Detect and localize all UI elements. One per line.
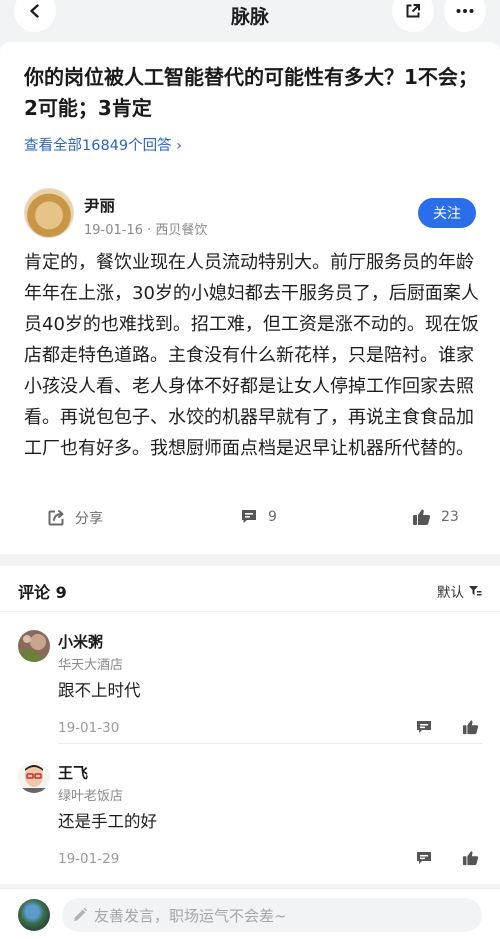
comment-item: 小米粥 华天大酒店 跟不上时代 19-01-30 [0, 614, 500, 744]
like-action[interactable]: 23 [412, 508, 459, 526]
follow-button[interactable]: 关注 [418, 198, 476, 228]
reply-icon[interactable] [416, 720, 432, 735]
pencil-icon [74, 907, 88, 921]
thumbs-up-icon[interactable] [462, 719, 479, 735]
commenter-avatar[interactable] [18, 761, 50, 793]
comment-count: 9 [268, 508, 277, 525]
commenter-name[interactable]: 王飞 [58, 762, 88, 783]
share-action[interactable]: 分享 [47, 508, 103, 528]
sort-label: 默认 [437, 585, 464, 601]
author-name[interactable]: 尹丽 [84, 194, 115, 216]
reply-icon[interactable] [416, 851, 432, 866]
comment-date: 19-01-29 [58, 851, 120, 867]
top-nav-bar: 脉脉 [0, 0, 500, 34]
answer-actions: 分享 9 23 [0, 508, 500, 534]
comment-divider [58, 743, 482, 744]
commenter-name[interactable]: 小米粥 [58, 631, 103, 652]
commenter-company: 华天大酒店 [58, 658, 124, 673]
comment-placeholder: 友善发言，职场运气不会差~ [94, 906, 287, 925]
thumbs-up-icon[interactable] [462, 850, 479, 866]
share-external-icon [406, 4, 420, 18]
comment-icon [242, 510, 256, 523]
comment-item: 王飞 绿叶老饭店 还是手工的好 19-01-29 [0, 745, 500, 875]
comments-section: 评论 9 默认 小米粥 华天大酒店 跟不上时代 19-01-30 王飞 绿叶老饭… [0, 566, 500, 884]
question-title[interactable]: 你的岗位被人工智能替代的可能性有多大？1不会；2可能；3肯定 [24, 62, 484, 124]
thumbs-up-icon [413, 509, 431, 525]
comment-input[interactable]: 友善发言，职场运气不会差~ [62, 898, 482, 932]
sort-filter-icon [469, 586, 482, 596]
comment-date: 19-01-30 [58, 720, 120, 736]
comment-composer: 友善发言，职场运气不会差~ [0, 888, 500, 939]
comments-header: 评论 9 默认 [0, 566, 500, 612]
commenter-avatar[interactable] [18, 630, 50, 662]
answer-body: 肯定的，餐饮业现在人员流动特别大。前厅服务员的年龄年年在上涨，30岁的小媳妇都去… [24, 252, 479, 459]
author-avatar[interactable] [24, 188, 74, 238]
share-icon [48, 510, 64, 526]
my-avatar[interactable] [18, 899, 50, 931]
like-count: 23 [441, 509, 459, 525]
more-dots-icon [456, 9, 474, 13]
comment-text: 还是手工的好 [58, 812, 157, 831]
sort-selector[interactable]: 默认 [437, 581, 482, 601]
answer-card: 你的岗位被人工智能替代的可能性有多大？1不会；2可能；3肯定 查看全部16849… [0, 42, 500, 554]
comments-title: 评论 9 [18, 583, 67, 602]
share-label: 分享 [75, 511, 103, 527]
view-all-answers-link[interactable]: 查看全部16849个回答 › [24, 134, 182, 155]
author-meta: 19-01-16 · 西贝餐饮 [84, 223, 208, 238]
commenter-company: 绿叶老饭店 [58, 789, 124, 804]
comment-text: 跟不上时代 [58, 681, 141, 700]
comment-action[interactable]: 9 [240, 508, 277, 525]
